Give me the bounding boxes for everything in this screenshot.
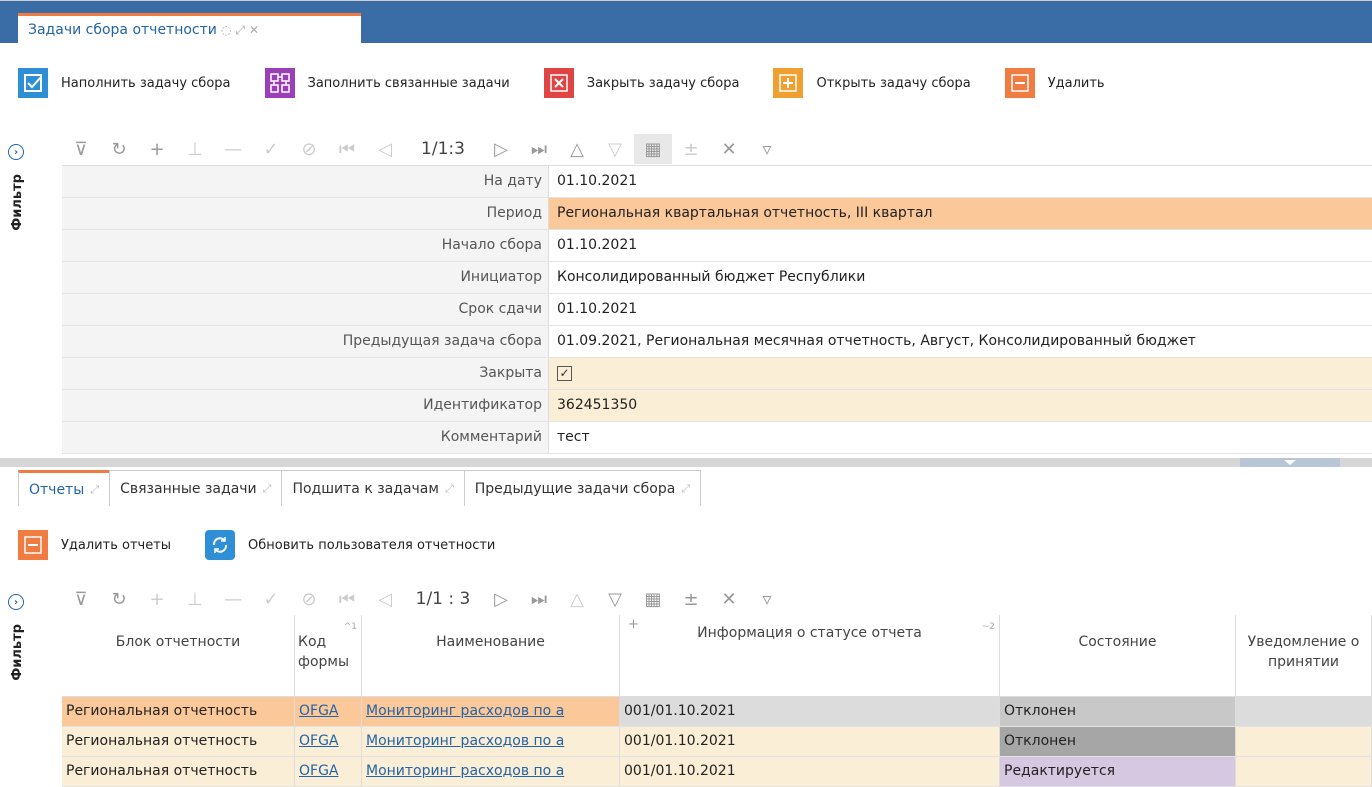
tab-linked-tasks[interactable]: Связанные задачи ⤢	[109, 470, 283, 506]
pager: 1/1 : 3	[415, 589, 471, 609]
grid-view-icon[interactable]: ▦	[634, 584, 672, 614]
column-header[interactable]: Состояние	[1000, 615, 1236, 696]
filter-icon[interactable]: ⊽	[62, 134, 100, 164]
cancel-icon[interactable]: ⊘	[290, 584, 328, 614]
expand-icon[interactable]: ⤢	[90, 483, 99, 497]
table-row[interactable]: Региональная отчетность OFGA Мониторинг …	[62, 697, 1372, 727]
first-page-icon[interactable]: ⏮	[328, 134, 366, 164]
column-header[interactable]: + ~2 Информация о статусе отчета	[620, 615, 1000, 696]
plus-box-icon	[773, 68, 804, 98]
close-icon[interactable]: ✕	[249, 23, 259, 37]
pin-icon[interactable]: ⊥	[176, 584, 214, 614]
refresh-icon[interactable]: ↻	[100, 584, 138, 614]
confirm-icon[interactable]: ✓	[252, 584, 290, 614]
form-row: Период Региональная квартальная отчетнос…	[62, 198, 1372, 230]
next-page-icon[interactable]: ▷	[482, 134, 520, 164]
main-action-toolbar: Наполнить задачу сбора Заполнить связанн…	[18, 63, 1372, 103]
refresh-icon[interactable]: ↻	[100, 134, 138, 164]
group-icon[interactable]: ±	[672, 584, 710, 614]
form-row: На дату 01.10.2021	[62, 166, 1372, 198]
pager: 1/1:3	[421, 139, 465, 159]
next-page-icon[interactable]: ▷	[482, 584, 520, 614]
dropdown-icon[interactable]: ▿	[748, 134, 786, 164]
form-toolbar: ⊽ ↻ + ⊥ — ✓ ⊘ ⏮ ◁ 1/1:3 ▷ ⏭ △ ▽ ▦ ± ✕ ▿	[62, 133, 1372, 165]
column-header[interactable]: Уведомление о принятии	[1236, 615, 1372, 696]
sort-down-icon[interactable]: ▽	[596, 584, 634, 614]
linked-tasks-icon	[264, 68, 295, 98]
window-tab[interactable]: Задачи сбора отчетности ◌ ⤢ ✕	[18, 13, 361, 44]
sort-up-icon[interactable]: △	[558, 134, 596, 164]
task-detail-form: На дату 01.10.2021 Период Региональная к…	[62, 165, 1372, 458]
expand-icon[interactable]: ⤢	[235, 23, 245, 38]
confirm-icon[interactable]: ✓	[252, 134, 290, 164]
first-page-icon[interactable]: ⏮	[328, 584, 366, 614]
filter-side-panel-bottom[interactable]: › Фильтр	[0, 590, 42, 787]
expand-filter-icon[interactable]: ›	[8, 144, 24, 160]
splitter[interactable]	[0, 458, 1372, 467]
fill-linked-tasks-button[interactable]: Заполнить связанные задачи	[264, 68, 510, 98]
form-row: Идентификатор 362451350	[62, 390, 1372, 422]
remove-icon[interactable]: —	[214, 134, 252, 164]
refresh-icon[interactable]: ◌	[221, 23, 231, 37]
open-task-button[interactable]: Открыть задачу сбора	[773, 68, 971, 98]
filter-label: Фильтр	[10, 174, 25, 231]
table-header: Блок отчетности ^1 Код формы Наименование…	[62, 615, 1372, 697]
column-header[interactable]: Блок отчетности	[62, 615, 295, 696]
detail-tabs: Отчеты ⤢ Связанные задачи ⤢ Подшита к зада…	[18, 470, 702, 506]
filter-icon[interactable]: ⊽	[62, 584, 100, 614]
prev-page-icon[interactable]: ◁	[366, 584, 404, 614]
tab-reports[interactable]: Отчеты ⤢	[18, 470, 111, 506]
sort-up-icon[interactable]: △	[558, 584, 596, 614]
fill-task-button[interactable]: Наполнить задачу сбора	[18, 68, 231, 98]
form-row: Предыдущая задача сбора 01.09.2021, Реги…	[62, 326, 1372, 358]
close-task-button[interactable]: Закрыть задачу сбора	[543, 68, 739, 98]
form-row: Начало сбора 01.10.2021	[62, 230, 1372, 262]
filter-side-panel[interactable]: › Фильтр	[0, 140, 42, 460]
form-row: Срок сдачи 01.10.2021	[62, 294, 1372, 326]
form-row: Комментарий тест	[62, 422, 1372, 454]
tab-attached-to-tasks[interactable]: Подшита к задачам ⤢	[281, 470, 465, 506]
form-row: Инициатор Консолидированный бюджет Респу…	[62, 262, 1372, 294]
expand-icon[interactable]: ⤢	[263, 482, 272, 496]
cancel-icon[interactable]: ⊘	[290, 134, 328, 164]
update-reporting-user-button[interactable]: Обновить пользователя отчетности	[205, 530, 495, 560]
reports-table: Блок отчетности ^1 Код формы Наименование…	[62, 615, 1372, 787]
pin-icon[interactable]: ⊥	[176, 134, 214, 164]
window-tab-bar: Задачи сбора отчетности ◌ ⤢ ✕	[0, 0, 1372, 44]
expand-icon[interactable]: ⤢	[445, 482, 454, 496]
last-page-icon[interactable]: ⏭	[520, 134, 558, 164]
expand-icon[interactable]: ⤢	[681, 482, 690, 496]
refresh-icon	[205, 530, 236, 560]
prev-page-icon[interactable]: ◁	[366, 134, 404, 164]
clear-icon[interactable]: ✕	[710, 584, 748, 614]
table-row[interactable]: Региональная отчетность OFGA Мониторинг …	[62, 727, 1372, 757]
close-box-icon	[543, 68, 574, 98]
checkmark-box-icon	[18, 68, 48, 98]
column-header[interactable]: Наименование	[362, 615, 620, 696]
column-header[interactable]: ^1 Код формы	[295, 615, 362, 696]
remove-icon[interactable]: —	[214, 584, 252, 614]
reports-action-toolbar: Удалить отчеты Обновить пользователя отч…	[18, 525, 529, 565]
splitter-grip[interactable]	[1240, 458, 1340, 467]
clear-icon[interactable]: ✕	[710, 134, 748, 164]
form-row: Закрыта ✓	[62, 358, 1372, 390]
add-icon[interactable]: +	[138, 134, 176, 164]
tab-previous-tasks[interactable]: Предыдущие задачи сбора ⤢	[463, 470, 702, 506]
reports-grid-toolbar: ⊽ ↻ + ⊥ — ✓ ⊘ ⏮ ◁ 1/1 : 3 ▷ ⏭ △ ▽ ▦ ± ✕ …	[62, 583, 1372, 615]
table-row[interactable]: Региональная отчетность OFGA Мониторинг …	[62, 757, 1372, 787]
window-tab-title: Задачи сбора отчетности	[28, 22, 217, 38]
closed-checkbox[interactable]: ✓	[557, 365, 572, 381]
add-icon[interactable]: +	[138, 584, 176, 614]
sort-down-icon[interactable]: ▽	[596, 134, 634, 164]
delete-reports-button[interactable]: Удалить отчеты	[18, 530, 171, 560]
minus-box-icon	[18, 530, 48, 560]
filter-label: Фильтр	[10, 624, 25, 681]
minus-box-icon	[1004, 68, 1035, 98]
dropdown-icon[interactable]: ▿	[748, 584, 786, 614]
delete-button[interactable]: Удалить	[1004, 68, 1105, 98]
last-page-icon[interactable]: ⏭	[520, 584, 558, 614]
expand-filter-icon[interactable]: ›	[8, 594, 24, 610]
group-icon[interactable]: ±	[672, 134, 710, 164]
grid-view-icon[interactable]: ▦	[634, 134, 672, 164]
